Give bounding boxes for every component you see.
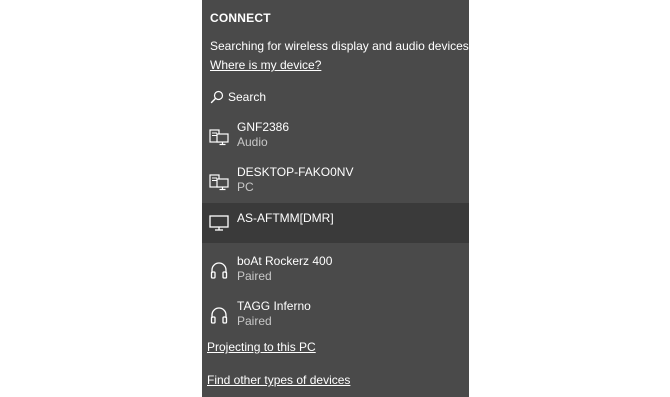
connect-panel: CONNECT Searching for wireless display a… [202,0,469,397]
device-name: boAt Rockerz 400 [237,254,333,268]
device-type: PC [237,180,254,194]
projecting-to-this-pc-link[interactable]: Projecting to this PC [207,340,316,354]
find-other-devices-link[interactable]: Find other types of devices [207,373,350,387]
device-type: Audio [237,135,268,149]
device-name: GNF2386 [237,120,290,134]
search-icon [210,90,224,104]
device-type: Paired [237,314,272,328]
device-item-as-aftmm[interactable]: AS-AFTMM[DMR] [202,203,469,243]
headphones-icon [209,306,229,326]
search-status-text: Searching for wireless display and audio… [210,39,469,53]
panel-title: CONNECT [210,11,271,25]
device-name: DESKTOP-FAKO0NV [237,165,354,179]
network-device-icon [209,172,229,192]
search-button[interactable]: Search [210,88,266,106]
device-name: TAGG Inferno [237,299,311,313]
device-name: AS-AFTMM[DMR] [237,211,334,225]
network-device-icon [209,127,229,147]
device-item-boat-rockerz[interactable]: boAt Rockerz 400 Paired [202,252,469,292]
monitor-icon [209,213,229,233]
device-type: Paired [237,269,272,283]
search-label: Search [228,90,267,104]
where-is-my-device-link[interactable]: Where is my device? [210,58,321,72]
device-item-gnf2386[interactable]: GNF2386 Audio [202,118,469,158]
headphones-icon [209,261,229,281]
device-item-tagg-inferno[interactable]: TAGG Inferno Paired [202,297,469,337]
device-item-desktop[interactable]: DESKTOP-FAKO0NV PC [202,163,469,203]
